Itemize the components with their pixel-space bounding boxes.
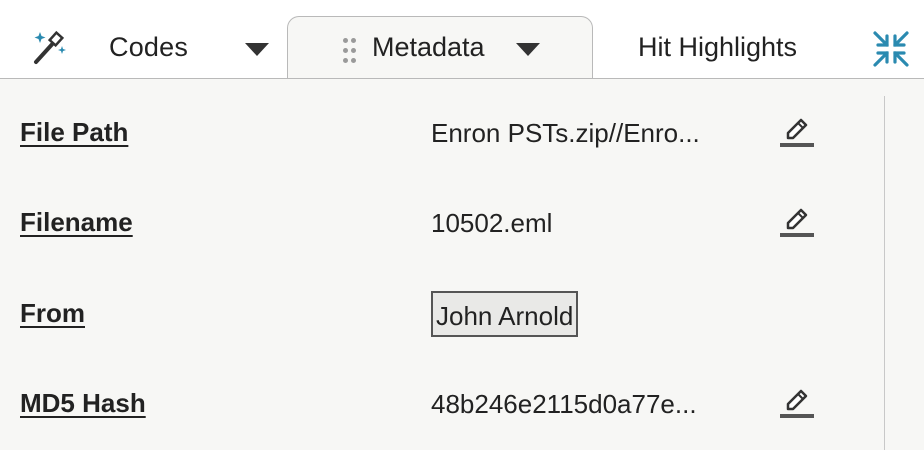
field-value-from[interactable]: John Arnold <box>431 291 579 337</box>
tab-strip: Codes Metadata Hit Highlights <box>0 0 924 81</box>
collapse-arrows-icon[interactable] <box>872 30 910 68</box>
pencil-edit-icon[interactable] <box>779 385 815 421</box>
field-value-file-path: Enron PSTs.zip//Enro... <box>431 118 700 148</box>
field-label-file-path[interactable]: File Path <box>20 117 128 148</box>
panel-divider[interactable] <box>884 96 885 450</box>
field-label-filename[interactable]: Filename <box>20 207 133 238</box>
metadata-viewer: Codes Metadata Hit Highlights File Path … <box>0 0 924 450</box>
pencil-edit-icon[interactable] <box>779 204 815 240</box>
metadata-dropdown-caret-icon[interactable] <box>516 43 540 56</box>
field-label-from[interactable]: From <box>20 298 85 329</box>
drag-handle-icon[interactable] <box>341 37 357 65</box>
tab-metadata-label[interactable]: Metadata <box>372 32 485 63</box>
tab-hit-highlights[interactable]: Hit Highlights <box>638 32 797 63</box>
field-label-md5-hash[interactable]: MD5 Hash <box>20 388 146 419</box>
field-value-md5-hash: 48b246e2115d0a77e... <box>431 389 697 419</box>
field-value-filename: 10502.eml <box>431 208 553 238</box>
magic-wand-icon[interactable] <box>30 28 70 68</box>
codes-dropdown-caret-icon[interactable] <box>245 43 269 56</box>
pencil-edit-icon[interactable] <box>779 114 815 150</box>
tab-codes[interactable]: Codes <box>109 32 188 63</box>
